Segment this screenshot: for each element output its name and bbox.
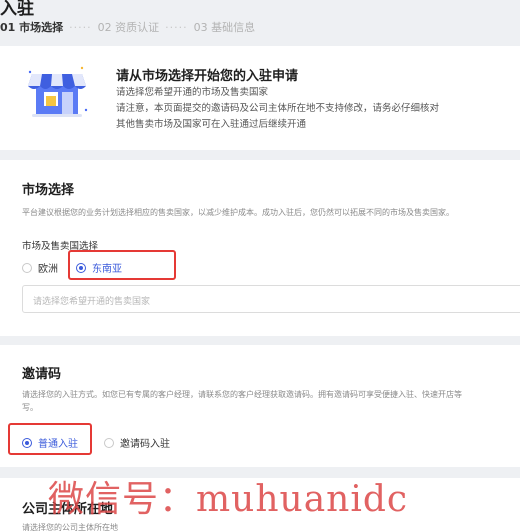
- intro-line: 其他售卖市场及国家可在入驻通过后继续开通: [116, 119, 307, 130]
- intro-title: 请从市场选择开始您的入驻申请: [116, 69, 299, 84]
- watermark-text: 微信号：muhuanidc: [48, 479, 409, 520]
- intro-line: 请选择您希望开通的市场及售卖国家: [116, 87, 269, 98]
- storefront-icon: [22, 60, 92, 122]
- page-title: 入驻: [0, 0, 34, 19]
- invite-section-desc: 请选择您的入驻方式。如您已有专属的客户经理，请联系您的客户经理获取邀请码。拥有邀…: [22, 390, 462, 399]
- invite-option-code[interactable]: 邀请码入驻: [104, 435, 170, 450]
- company-section-desc: 请选择您的公司主体所在地: [22, 523, 118, 532]
- radio-unchecked-icon[interactable]: [104, 437, 114, 448]
- step-basic-info[interactable]: 03 基础信息: [194, 21, 256, 34]
- market-option-label: 欧洲: [38, 264, 58, 275]
- invite-section-desc: 写。: [22, 403, 38, 412]
- invite-option-label: 邀请码入驻: [120, 439, 170, 450]
- highlight-box: [68, 250, 176, 280]
- step-indicator: 01 市场选择 ····· 02 资质认证 ····· 03 基础信息: [0, 19, 255, 35]
- market-section: 市场选择 平台建议根据您的业务计划选择相应的售卖国家，以减少维护成本。成功入驻后…: [0, 160, 520, 336]
- step-market[interactable]: 01 市场选择: [0, 21, 63, 34]
- invite-section-title: 邀请码: [22, 367, 62, 382]
- market-option-europe[interactable]: 欧洲: [22, 260, 58, 275]
- intro-line: 请注意，本页面提交的邀请码及公司主体所在地不支持修改，请务必仔细核对: [116, 103, 440, 114]
- market-section-title: 市场选择: [22, 183, 75, 198]
- highlight-box: [8, 423, 92, 455]
- invite-section: 邀请码 请选择您的入驻方式。如您已有专属的客户经理，请联系您的客户经理获取邀请码…: [0, 345, 520, 467]
- intro-card: 请从市场选择开始您的入驻申请 请选择您希望开通的市场及售卖国家 请注意，本页面提…: [0, 46, 520, 150]
- step-qualification[interactable]: 02 资质认证: [98, 21, 160, 34]
- country-select[interactable]: 请选择您希望开通的售卖国家: [22, 285, 520, 313]
- radio-unchecked-icon[interactable]: [22, 262, 32, 273]
- market-section-desc: 平台建议根据您的业务计划选择相应的售卖国家，以减少维护成本。成功入驻后，您仍然可…: [22, 208, 454, 217]
- step-separator: ·····: [165, 21, 188, 34]
- step-separator: ·····: [69, 21, 92, 34]
